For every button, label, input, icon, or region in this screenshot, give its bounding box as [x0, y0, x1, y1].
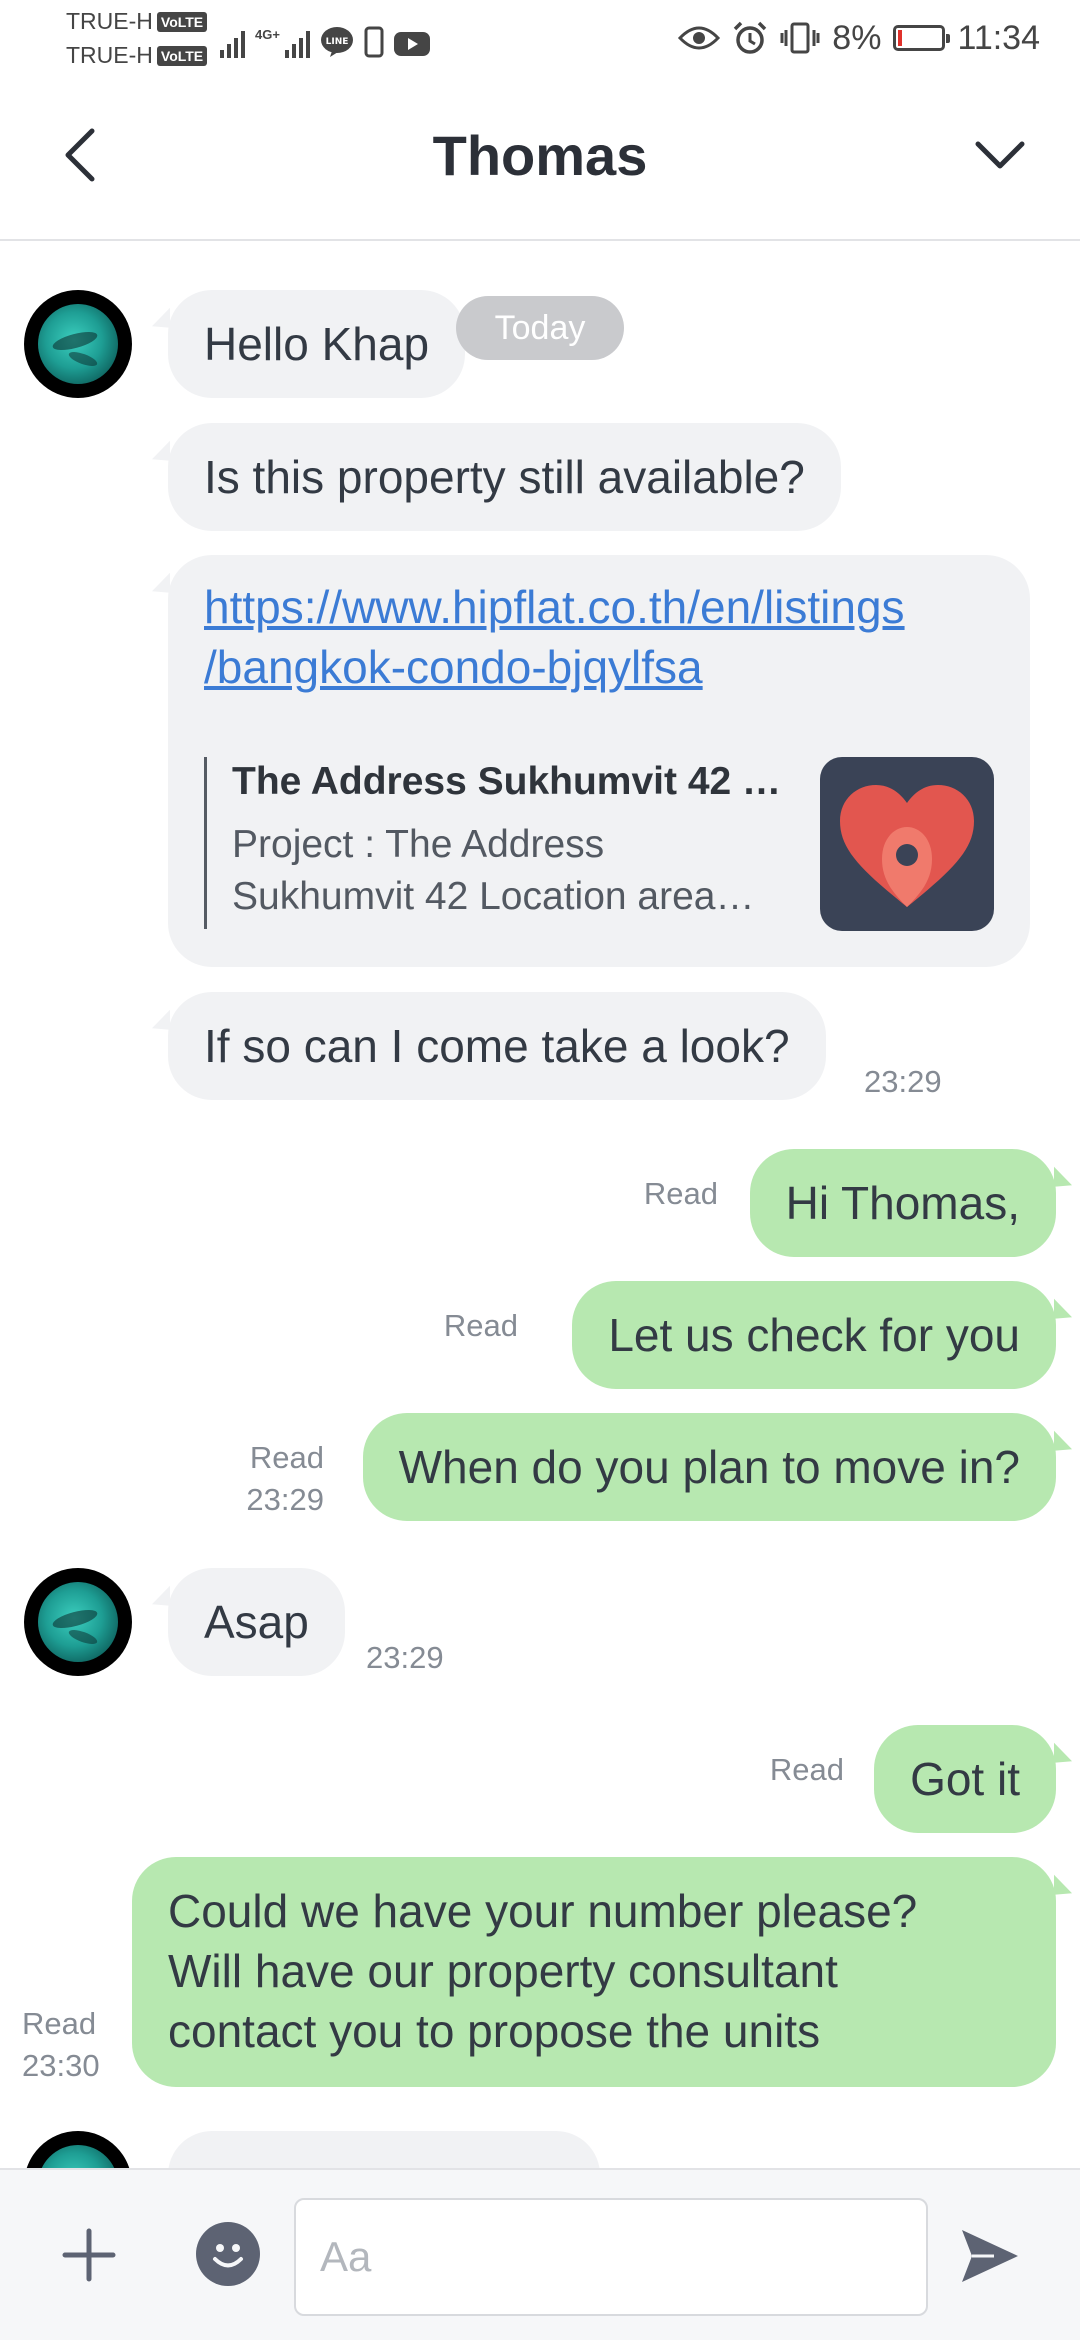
- chevron-down-icon: [975, 141, 1025, 169]
- hipflat-heart-pin-icon: [840, 785, 974, 907]
- preview-desc-line-2: Sukhumvit 42 Location area…: [232, 875, 755, 918]
- volte-badge-2: VoLTE: [156, 45, 208, 66]
- message-bubble-outgoing[interactable]: When do you plan to move in?: [362, 1413, 1056, 1521]
- message-text: Could we have your number please? Will h…: [168, 1881, 917, 2061]
- read-receipt: Read: [22, 2006, 97, 2041]
- chat-header: Thomas: [0, 75, 1080, 241]
- message-text: Is this property still available?: [204, 451, 805, 503]
- battery-fill: [898, 30, 903, 46]
- message-bubble-incoming[interactable]: If so can I come take a look?: [168, 992, 826, 1100]
- message-time: 23:29: [864, 1064, 942, 1099]
- read-receipt: Read: [643, 1176, 718, 1211]
- signal-4g-icon: 4G+: [255, 28, 310, 58]
- carrier-2: TRUE-H VoLTE: [66, 42, 208, 69]
- avatar[interactable]: [24, 290, 132, 398]
- chat-title[interactable]: Thomas: [0, 123, 1080, 188]
- youtube-icon: [393, 32, 430, 56]
- message-text: Hello Khap: [204, 318, 430, 370]
- message-line-1: Could we have your number please?: [168, 1885, 918, 1937]
- message-bubble-incoming[interactable]: Is this property still available?: [168, 423, 841, 531]
- message-line-3: contact you to propose the units: [168, 2005, 821, 2057]
- message-text: Let us check for you: [608, 1309, 1020, 1361]
- message-text: If so can I come take a look?: [204, 1020, 790, 1072]
- message-text: Hi Thomas,: [785, 1177, 1020, 1229]
- link-line-2[interactable]: /bangkok-condo-bjqylfsa: [204, 637, 905, 697]
- eye-icon: [678, 26, 721, 50]
- read-status-block: Read 23:30: [22, 2003, 100, 2087]
- vibrate-icon: [780, 22, 820, 54]
- send-button[interactable]: [950, 2216, 1030, 2296]
- preview-title: The Address Sukhumvit 42 …: [232, 760, 782, 803]
- message-line-2: Will have our property consultant: [168, 1945, 838, 1997]
- carrier-1: TRUE-H VoLTE: [66, 8, 208, 35]
- emoji-icon: [213, 2244, 243, 2268]
- message-time: 23:29: [246, 1482, 324, 1517]
- carrier-2-label: TRUE-H: [66, 42, 153, 68]
- message-bubble-outgoing[interactable]: Got it: [874, 1725, 1056, 1833]
- chat-menu-button[interactable]: [965, 120, 1035, 190]
- read-receipt: Read: [443, 1308, 518, 1343]
- status-bar: TRUE-H VoLTE TRUE-H VoLTE 4G+ LINE 8% 11…: [0, 0, 1080, 75]
- preview-desc-line-1: Project : The Address: [232, 823, 605, 866]
- message-bubble-outgoing[interactable]: Could we have your number please? Will h…: [132, 1857, 1056, 2087]
- preview-divider: [204, 757, 207, 929]
- avatar[interactable]: [24, 1568, 132, 1676]
- emoji-button[interactable]: [196, 2222, 260, 2286]
- message-input-bar: [0, 2168, 1080, 2340]
- alarm-icon: [734, 21, 767, 54]
- phone-icon: [364, 26, 384, 58]
- link-line-1[interactable]: https://www.hipflat.co.th/en/listings: [204, 577, 905, 637]
- message-text: When do you plan to move in?: [398, 1441, 1020, 1493]
- link-preview-card[interactable]: The Address Sukhumvit 42 … Project : The…: [204, 757, 994, 931]
- svg-text:LINE: LINE: [326, 37, 349, 47]
- message-bubble-outgoing[interactable]: Hi Thomas,: [749, 1149, 1056, 1257]
- network-type-label: 4G+: [255, 27, 280, 42]
- link-message-bubble[interactable]: https://www.hipflat.co.th/en/listings /b…: [168, 555, 1030, 967]
- read-status-block: Read 23:29: [246, 1437, 324, 1521]
- status-icons-right: 8% 11:34: [678, 14, 1040, 62]
- message-bubble-incoming[interactable]: Hello Khap: [168, 290, 466, 398]
- message-time: 23:30: [22, 2048, 100, 2083]
- message-text: Got it: [910, 1753, 1020, 1805]
- message-bubble-incoming-partial[interactable]: [168, 2131, 600, 2168]
- read-receipt: Read: [769, 1752, 844, 1787]
- status-time: 11:34: [957, 18, 1040, 57]
- message-bubble-incoming[interactable]: Asap: [168, 1568, 345, 1676]
- battery-percent: 8%: [832, 18, 882, 57]
- date-chip: Today: [456, 296, 624, 360]
- line-app-icon: LINE: [320, 27, 353, 57]
- status-icons-left: 4G+ LINE: [220, 18, 430, 58]
- carrier-1-label: TRUE-H: [66, 8, 153, 34]
- send-icon: [962, 2230, 1018, 2282]
- signal-icon: [220, 28, 245, 58]
- message-time: 23:29: [366, 1640, 444, 1675]
- battery-icon: [893, 25, 951, 51]
- attach-button[interactable]: [52, 2218, 126, 2292]
- plus-icon: [62, 2228, 116, 2282]
- preview-description: Project : The Address Sukhumvit 42 Locat…: [232, 819, 802, 923]
- preview-thumbnail: [820, 757, 994, 931]
- read-receipt: Read: [249, 1440, 324, 1475]
- message-link[interactable]: https://www.hipflat.co.th/en/listings /b…: [204, 577, 905, 697]
- message-text: Asap: [204, 1596, 309, 1648]
- message-input[interactable]: [294, 2198, 928, 2316]
- message-list[interactable]: Hello Khap Today Is this property still …: [0, 243, 1080, 2168]
- message-bubble-outgoing[interactable]: Let us check for you: [572, 1281, 1056, 1389]
- volte-badge-1: VoLTE: [156, 11, 208, 32]
- avatar[interactable]: [24, 2131, 132, 2168]
